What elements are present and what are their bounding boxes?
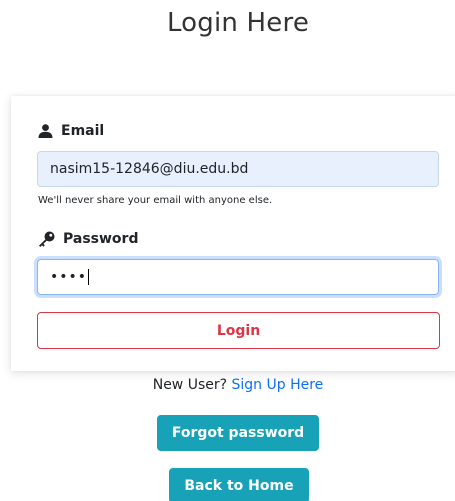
user-icon <box>38 124 53 138</box>
login-page: Login Here Email nasim15-12846@diu.edu.b… <box>0 0 455 501</box>
login-card: Email nasim15-12846@diu.edu.bd We'll nev… <box>11 96 455 371</box>
key-icon <box>39 231 55 247</box>
login-button[interactable]: Login <box>37 312 440 349</box>
password-label-text: Password <box>63 231 139 247</box>
email-help-text: We'll never share your email with anyone… <box>38 195 273 206</box>
email-value: nasim15-12846@diu.edu.bd <box>50 161 249 177</box>
email-label-text: Email <box>61 123 105 139</box>
signup-link[interactable]: Sign Up Here <box>232 377 324 393</box>
text-caret <box>88 269 90 285</box>
email-label: Email <box>38 123 104 139</box>
page-title: Login Here <box>166 8 310 38</box>
email-field[interactable]: nasim15-12846@diu.edu.bd <box>37 151 439 187</box>
back-to-home-button[interactable]: Back to Home <box>169 468 309 501</box>
new-user-text: New User? <box>152 377 228 393</box>
password-value: •••• <box>50 269 88 285</box>
forgot-password-button[interactable]: Forgot password <box>157 415 319 451</box>
password-label: Password <box>38 231 138 247</box>
new-user-prompt: New User? Sign Up Here <box>0 377 455 393</box>
password-field[interactable]: •••• <box>37 259 439 295</box>
